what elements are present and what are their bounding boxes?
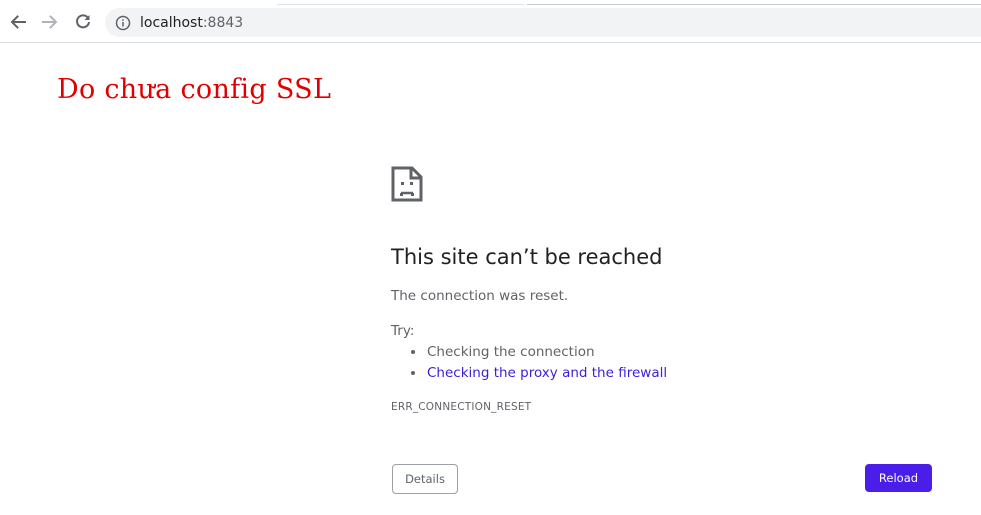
reload-button[interactable]: Reload (865, 464, 932, 492)
reload-page-button[interactable] (71, 10, 95, 34)
address-bar[interactable]: localhost:8843 (105, 8, 981, 37)
details-button[interactable]: Details (392, 464, 458, 494)
suggestion-item: Checking the proxy and the firewall (391, 364, 667, 385)
arrow-right-icon (42, 15, 58, 29)
suggestion-list: Checking the connection Checking the pro… (391, 343, 667, 385)
forward-button[interactable] (38, 10, 62, 34)
error-title: This site can’t be reached (391, 245, 663, 269)
url-port: :8843 (202, 14, 244, 31)
reload-icon (76, 14, 90, 29)
bullet-icon (411, 350, 415, 354)
tab-strip-edge-inactive (527, 0, 981, 5)
red-annotation-text: Do chưa config SSL (57, 74, 332, 105)
error-message: The connection was reset. (391, 288, 569, 304)
back-button[interactable] (6, 10, 30, 34)
browser-toolbar: localhost:8843 (0, 0, 981, 43)
error-code: ERR_CONNECTION_RESET (391, 401, 532, 413)
arrow-left-icon (10, 15, 26, 29)
suggestion-proxy-firewall-link[interactable]: Checking the proxy and the firewall (427, 365, 667, 381)
url-text[interactable]: localhost:8843 (140, 15, 243, 31)
suggestion-check-connection: Checking the connection (427, 344, 595, 360)
sad-document-icon (391, 166, 423, 202)
suggestion-item: Checking the connection (391, 343, 667, 364)
tab-strip-edge (277, 0, 524, 5)
url-host: localhost (140, 14, 203, 31)
try-label: Try: (391, 323, 415, 339)
bullet-icon (411, 371, 415, 375)
info-circle-icon[interactable] (115, 15, 131, 31)
